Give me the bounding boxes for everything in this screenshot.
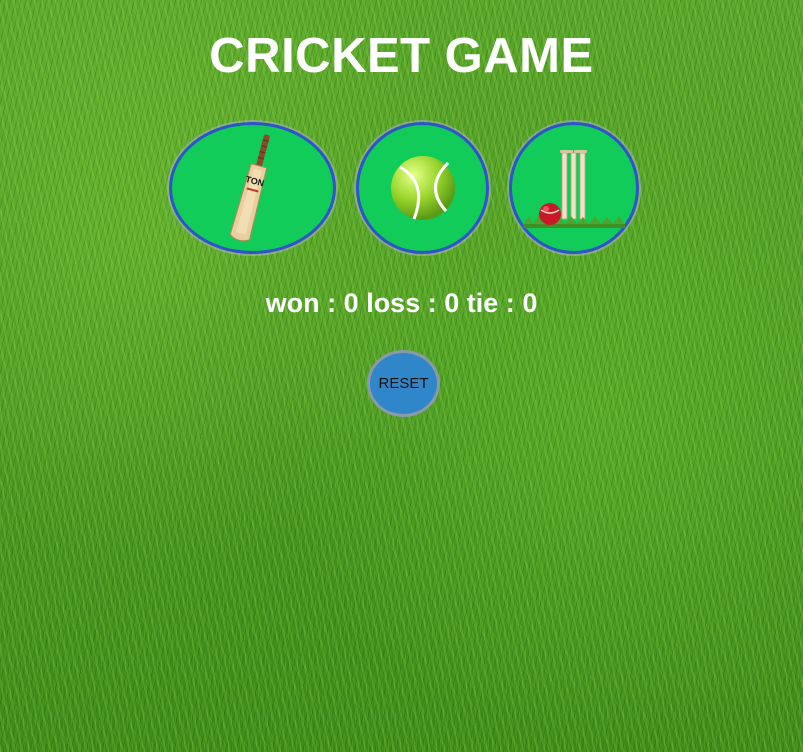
tennis-ball-icon xyxy=(390,156,455,220)
reset-button[interactable]: RESET xyxy=(367,350,440,417)
bat-button[interactable]: TON xyxy=(169,122,336,254)
cricket-bat-icon: TON xyxy=(229,134,270,242)
tie-count: 0 xyxy=(522,288,538,318)
tie-label: tie : xyxy=(466,288,515,318)
loss-label: loss : xyxy=(366,288,437,318)
game-title: CRICKET GAME xyxy=(209,29,594,83)
won-label: won : xyxy=(265,288,337,318)
loss-count: 0 xyxy=(444,288,460,318)
wickets-stumps-icon xyxy=(523,150,625,228)
score-display: won : 0 loss : 0 tie : 0 xyxy=(0,288,803,319)
ball-button[interactable] xyxy=(356,122,489,254)
stump-button[interactable] xyxy=(509,122,639,254)
won-count: 0 xyxy=(343,288,359,318)
